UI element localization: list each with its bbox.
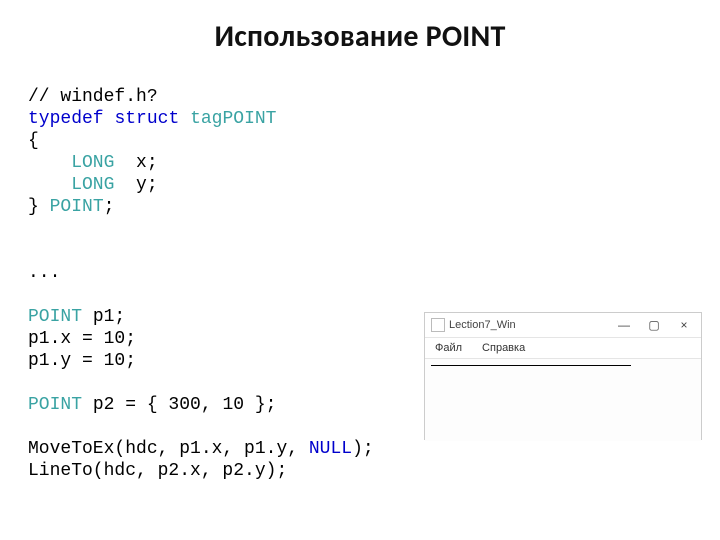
close-button[interactable]: × [669, 314, 699, 336]
blank-line-2 [28, 241, 39, 261]
semi: ; [104, 197, 115, 217]
menu-help[interactable]: Справка [472, 342, 535, 354]
code-comment: // windef.h? [28, 87, 158, 107]
slide: Использование POINT // windef.h? typedef… [0, 0, 720, 540]
ellipsis: ... [28, 263, 60, 283]
brace-close: } [28, 197, 50, 217]
drawn-line [431, 365, 631, 366]
menu-file[interactable]: Файл [425, 342, 472, 354]
blank-line-1 [28, 219, 39, 239]
tok-point-p2: POINT [28, 395, 82, 415]
field-y: y; [114, 175, 157, 195]
app-window: Lection7_Win — ▢ × Файл Справка [424, 312, 702, 440]
slide-title: Использование POINT [0, 18, 720, 55]
tok-point-p1: POINT [28, 307, 82, 327]
menu-bar: Файл Справка [425, 338, 701, 359]
tok-tagpoint: tagPOINT [190, 109, 276, 129]
decl-p2: p2 = { 300, 10 }; [82, 395, 276, 415]
assign-p1y: p1.y = 10; [28, 351, 136, 371]
call-movetoex-b: ); [352, 439, 374, 459]
maximize-button[interactable]: ▢ [639, 314, 669, 336]
code-block: // windef.h? typedef struct tagPOINT { L… [28, 86, 374, 482]
blank-line-5 [28, 417, 39, 437]
blank-line-4 [28, 373, 39, 393]
tok-null: NULL [309, 439, 352, 459]
kw-struct: struct [114, 109, 179, 129]
field-x: x; [114, 153, 157, 173]
assign-p1x: p1.x = 10; [28, 329, 136, 349]
minimize-button[interactable]: — [609, 314, 639, 336]
brace-open: { [28, 131, 39, 151]
kw-typedef: typedef [28, 109, 104, 129]
window-controls: — ▢ × [609, 314, 701, 336]
client-area [425, 359, 701, 441]
call-lineto: LineTo(hdc, p2.x, p2.y); [28, 461, 287, 481]
window-title: Lection7_Win [449, 319, 609, 331]
window-titlebar: Lection7_Win — ▢ × [425, 313, 701, 338]
kw-long-y: LONG [28, 175, 114, 195]
tok-point-def: POINT [50, 197, 104, 217]
app-icon [431, 318, 445, 332]
blank-line-3 [28, 285, 39, 305]
decl-p1: p1; [82, 307, 125, 327]
kw-long-x: LONG [28, 153, 114, 173]
call-movetoex-a: MoveToEx(hdc, p1.x, p1.y, [28, 439, 309, 459]
